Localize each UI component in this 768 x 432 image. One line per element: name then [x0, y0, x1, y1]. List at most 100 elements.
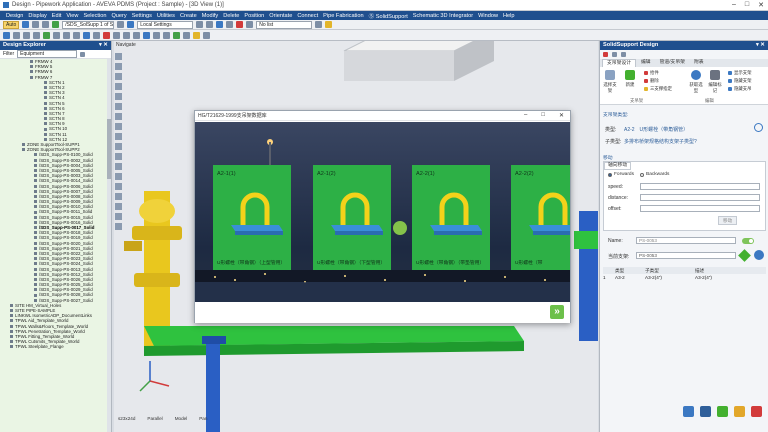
quick-save-icon[interactable] [603, 52, 608, 57]
limits-icon[interactable] [83, 31, 90, 39]
zoom-in-icon[interactable] [115, 63, 122, 70]
tree-scroll-thumb[interactable] [107, 119, 111, 179]
new-support-button[interactable]: 新建 [622, 70, 638, 88]
wrench-icon[interactable] [734, 406, 745, 417]
stop-icon[interactable] [103, 31, 110, 39]
zoom-out-icon[interactable] [115, 73, 122, 80]
colour-icon[interactable] [115, 213, 122, 220]
menu-item-14[interactable]: Pipe Fabrication [323, 13, 363, 19]
orbit-icon[interactable] [115, 93, 122, 100]
menu-item-1[interactable]: Display [28, 13, 46, 19]
quick-undo-icon[interactable] [612, 52, 617, 57]
view-top-icon[interactable] [13, 31, 20, 39]
tree-item[interactable]: TPWL Steelplate_Flange [0, 344, 111, 349]
tree-scrollbar[interactable] [107, 59, 111, 432]
camera-icon[interactable] [143, 31, 150, 39]
layer-icon[interactable] [203, 31, 210, 39]
show-support-button[interactable]: 显示支架 [728, 70, 752, 76]
fit-icon[interactable] [115, 83, 122, 90]
menu-item-3[interactable]: View [66, 13, 78, 19]
snapshot-icon[interactable] [115, 153, 122, 160]
explorer-tree[interactable]: FRMW 4 FRMW 5 FRMW 6 FRMW 7 SCTN 1 SCTN 2 SCTN… [0, 59, 111, 432]
tab-pipe-support[interactable]: 管道/支吊架 [656, 59, 689, 67]
type-search-icon[interactable] [754, 123, 763, 132]
delete-button[interactable]: 删除 [644, 78, 659, 84]
highlight-icon[interactable] [325, 21, 333, 28]
rpanel-pin[interactable]: ▾ ✕ [756, 41, 765, 50]
next-page-button[interactable]: » [550, 305, 564, 319]
pipe-icon[interactable] [700, 406, 711, 417]
close-button[interactable]: ✕ [758, 1, 764, 9]
clip-plane-icon[interactable] [115, 133, 122, 140]
auto-button[interactable]: Auto [3, 20, 20, 29]
select-support-button[interactable]: 选择支架 [602, 70, 618, 94]
move-button[interactable]: 移动 [718, 216, 738, 225]
menu-item-12[interactable]: Orientate [269, 13, 292, 19]
get-selection-button[interactable]: 获取选型 [688, 70, 704, 94]
label-icon[interactable] [115, 193, 122, 200]
step-icon[interactable] [133, 31, 140, 39]
section-icon[interactable] [93, 31, 100, 39]
clip-box-icon[interactable] [115, 123, 122, 130]
menu-item-4[interactable]: Selection [83, 13, 106, 19]
dialog-close-button[interactable]: ✕ [559, 112, 564, 119]
dialog-maximize-button[interactable]: □ [541, 112, 545, 119]
three-support-button[interactable]: 三支撑指定 [644, 86, 672, 92]
settings-select[interactable]: Local Settings [137, 20, 194, 29]
support-card[interactable]: A2-2(1) U形螺栓（带角钢）（带垫管用） [412, 165, 490, 270]
element-select[interactable]: /SDS_SolSupp 1 of SDS_Sup [62, 20, 115, 29]
hide-hanger-button[interactable]: 隐藏支吊 [728, 86, 752, 92]
settings-icon[interactable] [115, 223, 122, 230]
menu-item-15[interactable]: Ⓢ SolidSupport [369, 12, 408, 20]
menu-item-7[interactable]: Utilities [157, 13, 175, 19]
view-front-icon[interactable] [23, 31, 30, 39]
pan-icon[interactable] [63, 31, 70, 39]
minimize-button[interactable]: – [732, 1, 736, 9]
navigate-icon[interactable] [52, 21, 60, 28]
print-icon[interactable] [246, 21, 254, 28]
distance-input[interactable] [640, 194, 760, 201]
walk-icon[interactable] [43, 31, 50, 39]
edit-mark-button[interactable]: 编辑标记 [707, 70, 723, 94]
draw-icon[interactable] [216, 21, 224, 28]
fly-icon[interactable] [115, 113, 122, 120]
tab-support-design[interactable]: 支吊架设计 [602, 59, 636, 67]
menu-item-8[interactable]: Create [180, 13, 197, 19]
undo-icon[interactable] [32, 21, 40, 28]
redo-icon[interactable] [42, 21, 50, 28]
menu-item-16[interactable]: Schematic 3D Integrator [413, 13, 473, 19]
name-toggle[interactable] [742, 238, 754, 244]
name-input[interactable]: PS-0053 [636, 237, 736, 244]
measure-icon[interactable] [153, 31, 160, 39]
light-icon[interactable] [193, 31, 200, 39]
maximize-button[interactable]: □ [745, 1, 749, 9]
rotate-icon[interactable] [73, 31, 80, 39]
add-icon[interactable] [717, 406, 728, 417]
quick-redo-icon[interactable] [621, 52, 626, 57]
tab-tables[interactable]: 附表 [690, 59, 708, 67]
tab-edit[interactable]: 编辑 [637, 59, 655, 67]
hide-support-button[interactable]: 隐藏支架 [728, 78, 752, 84]
menu-item-2[interactable]: Edit [52, 13, 62, 19]
colour-icon[interactable] [183, 31, 190, 39]
view-iso-icon[interactable] [3, 31, 10, 39]
filter-icon[interactable] [315, 21, 323, 28]
save-icon[interactable] [236, 21, 244, 28]
support-card[interactable]: A2-2(2) U形螺栓（带 [511, 165, 570, 270]
hierarchy-icon[interactable] [683, 406, 694, 417]
grid-icon[interactable] [196, 21, 204, 28]
zoom-icon[interactable] [53, 31, 60, 39]
settings-icon[interactable] [751, 406, 762, 417]
clip-icon[interactable] [226, 21, 234, 28]
speed-input[interactable] [640, 183, 760, 190]
measure-icon[interactable] [115, 143, 122, 150]
menu-item-5[interactable]: Query [111, 13, 126, 19]
play-back-icon[interactable] [113, 31, 120, 39]
open-icon[interactable] [22, 21, 30, 28]
list-select[interactable]: No list [256, 20, 313, 29]
view-side-icon[interactable] [33, 31, 40, 39]
refresh-icon[interactable] [754, 250, 764, 260]
draw-list-icon[interactable] [173, 31, 180, 39]
support-card[interactable]: A2-1(1) U形螺栓（带角钢）（上型管用） [213, 165, 291, 270]
axis-move-tab[interactable]: 轴向移动 [604, 162, 632, 170]
